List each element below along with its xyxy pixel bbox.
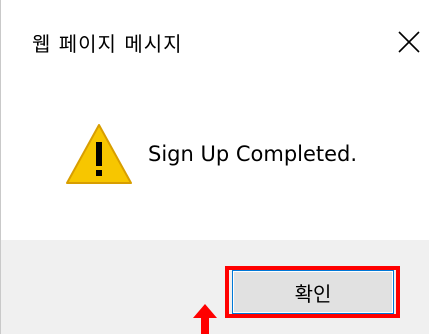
close-icon <box>398 31 420 53</box>
warning-icon <box>66 124 132 184</box>
ok-button[interactable]: 확인 <box>232 270 394 314</box>
title-bar: 웹 페이지 메시지 <box>1 0 429 84</box>
dialog-title: 웹 페이지 메시지 <box>32 32 183 56</box>
close-button[interactable] <box>393 26 425 58</box>
dialog-content: Sign Up Completed. <box>1 84 429 240</box>
dialog-footer: 확인 <box>1 240 429 334</box>
message-text: Sign Up Completed. <box>148 142 358 166</box>
message-dialog: 웹 페이지 메시지 Sign Up Completed. 확인 <box>0 0 429 334</box>
